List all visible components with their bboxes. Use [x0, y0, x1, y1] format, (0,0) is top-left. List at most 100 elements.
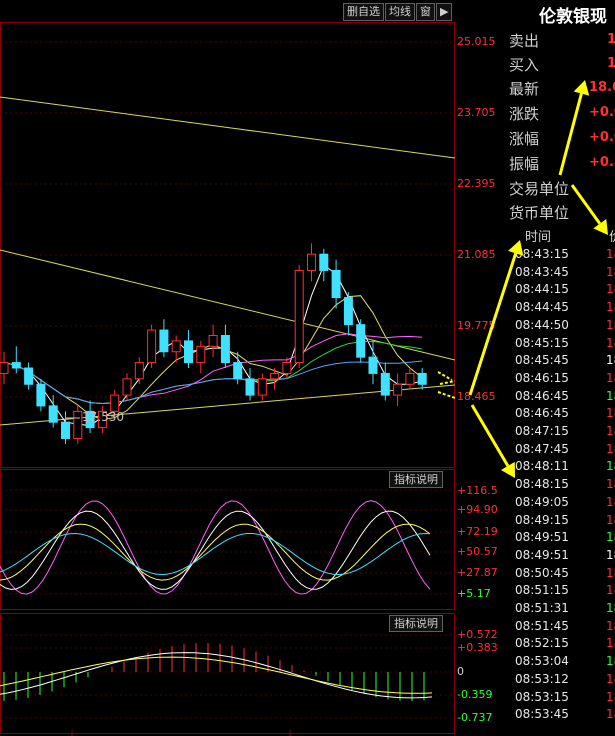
- candle-body: [171, 340, 181, 353]
- candle-body: [380, 372, 390, 396]
- tick-time: 08:49:15: [515, 512, 569, 527]
- candle-body: [24, 367, 34, 385]
- candle-body: [343, 297, 353, 326]
- window-button[interactable]: 窗: [416, 3, 435, 21]
- tick-price: 18: [606, 636, 615, 651]
- candle-body: [159, 329, 169, 353]
- price-tick: 25.015: [457, 35, 496, 48]
- ind1-tick: +5.17: [457, 587, 491, 600]
- moving-average-line: [3, 360, 423, 405]
- tick-time: 08:43:45: [515, 264, 569, 279]
- macd-line: [0, 656, 433, 694]
- candle-body: [122, 378, 132, 396]
- tick-time: 08:53:45: [515, 707, 569, 722]
- tick-time: 08:51:15: [515, 583, 569, 598]
- candle-body: [134, 362, 144, 380]
- price-tick: 21.085: [457, 248, 496, 261]
- candle-body: [233, 362, 243, 380]
- tick-price: 18: [606, 282, 615, 297]
- tick-time: 08:44:50: [515, 317, 569, 332]
- candle-body: [257, 378, 267, 396]
- tick-time: 08:46:45: [515, 406, 569, 421]
- tick-time: 08:53:04: [515, 654, 569, 669]
- time-column-header: 时间: [525, 230, 552, 245]
- tick-time: 08:45:15: [515, 335, 569, 350]
- main-panel-border: [0, 22, 455, 468]
- kline-chart[interactable]: [0, 0, 455, 736]
- candle-body: [245, 378, 255, 396]
- candle-body: [48, 405, 58, 423]
- candle-body: [11, 362, 21, 369]
- ind1-tick: +50.57: [457, 545, 498, 558]
- quote-panel: 伦敦银现 卖出 1 买入 1 最新 18.6 涨跌 +0.0 涨幅 +0.0 振幅 +0.3 交易单位货…: [503, 0, 615, 736]
- tick-price: 18: [606, 300, 615, 315]
- indicator2-info-button[interactable]: 指标说明: [389, 615, 443, 632]
- ind1-tick: +116.5: [457, 484, 498, 497]
- quote-value: 1: [607, 32, 615, 47]
- min-price-label: 17.530: [82, 410, 124, 424]
- tick-price: 18: [606, 247, 615, 261]
- tick-price: 18: [606, 388, 615, 403]
- candle-body: [0, 362, 9, 374]
- tick-price: 18: [606, 370, 615, 385]
- tick-time: 08:47:15: [515, 424, 569, 438]
- chart-area[interactable]: 删自选 均线 窗 ▶ 指标说明 指标说明 17.530: [0, 0, 455, 736]
- ind1-tick: +72.19: [457, 525, 498, 538]
- tick-time: 08:49:51: [515, 530, 569, 545]
- tick-price: 18: [606, 530, 615, 545]
- tick-time: 08:49:51: [515, 547, 569, 562]
- tick-price: 18: [606, 654, 615, 669]
- macd-line: [0, 652, 433, 699]
- tick-time: 08:51:45: [515, 618, 569, 633]
- tick-time: 08:53:12: [515, 671, 569, 686]
- quote-label: 涨幅: [509, 130, 540, 148]
- tick-price: 18: [606, 335, 615, 350]
- tick-price: 18: [606, 494, 615, 509]
- tick-price: 18: [606, 512, 615, 527]
- indicator1-info-button[interactable]: 指标说明: [389, 471, 443, 488]
- candle-body: [405, 372, 415, 385]
- quote-label: 最新: [509, 80, 540, 98]
- tick-price: 18: [606, 459, 615, 474]
- ind2-tick: -0.737: [457, 711, 493, 724]
- tick-price: 18: [606, 547, 615, 562]
- candle-body: [368, 356, 378, 374]
- tick-time: 08:46:45: [515, 388, 569, 403]
- tick-time: 08:44:15: [515, 282, 569, 297]
- ind1-tick: +94.90: [457, 503, 498, 516]
- tick-price: 18: [606, 689, 615, 704]
- candle-body: [331, 269, 341, 299]
- tick-price: 18: [606, 583, 615, 598]
- tick-time: 08:44:45: [515, 300, 569, 315]
- tick-time: 08:46:15: [515, 370, 569, 385]
- quote-label: 卖出: [509, 32, 540, 50]
- candle-body: [307, 253, 316, 271]
- quote-value: +0.0: [589, 130, 615, 145]
- tick-time: 08:53:15: [515, 689, 569, 704]
- remove-watchlist-button[interactable]: 删自选: [343, 3, 384, 21]
- indicator2-panel-border: [0, 613, 455, 734]
- play-icon[interactable]: ▶: [436, 3, 453, 21]
- tick-time: 08:48:15: [515, 477, 569, 492]
- candle-body: [270, 372, 280, 380]
- tick-time: 08:43:15: [515, 247, 569, 261]
- tick-price: 18: [606, 477, 615, 492]
- quote-label: 交易单位: [509, 180, 570, 198]
- ind2-tick: -0.359: [457, 688, 493, 701]
- candle-body: [73, 410, 83, 439]
- tick-time: 08:52:15: [515, 636, 569, 651]
- quote-value: 18.6: [589, 80, 615, 95]
- tick-price: 18: [606, 601, 615, 615]
- candle-body: [196, 345, 206, 364]
- candle-body: [36, 383, 46, 407]
- candle-body: [208, 334, 218, 347]
- moving-average-button[interactable]: 均线: [385, 3, 415, 21]
- candle-body: [356, 324, 366, 358]
- instrument-title: 伦敦银现: [539, 7, 607, 27]
- tick-price: 18: [606, 317, 615, 332]
- candle-body: [220, 334, 230, 364]
- candle-body: [393, 383, 403, 396]
- tick-price: 18: [606, 264, 615, 279]
- tick-time: 08:50:45: [515, 565, 569, 580]
- price-axis: 25.015 23.705 22.395 21.085 19.775 18.46…: [455, 0, 503, 736]
